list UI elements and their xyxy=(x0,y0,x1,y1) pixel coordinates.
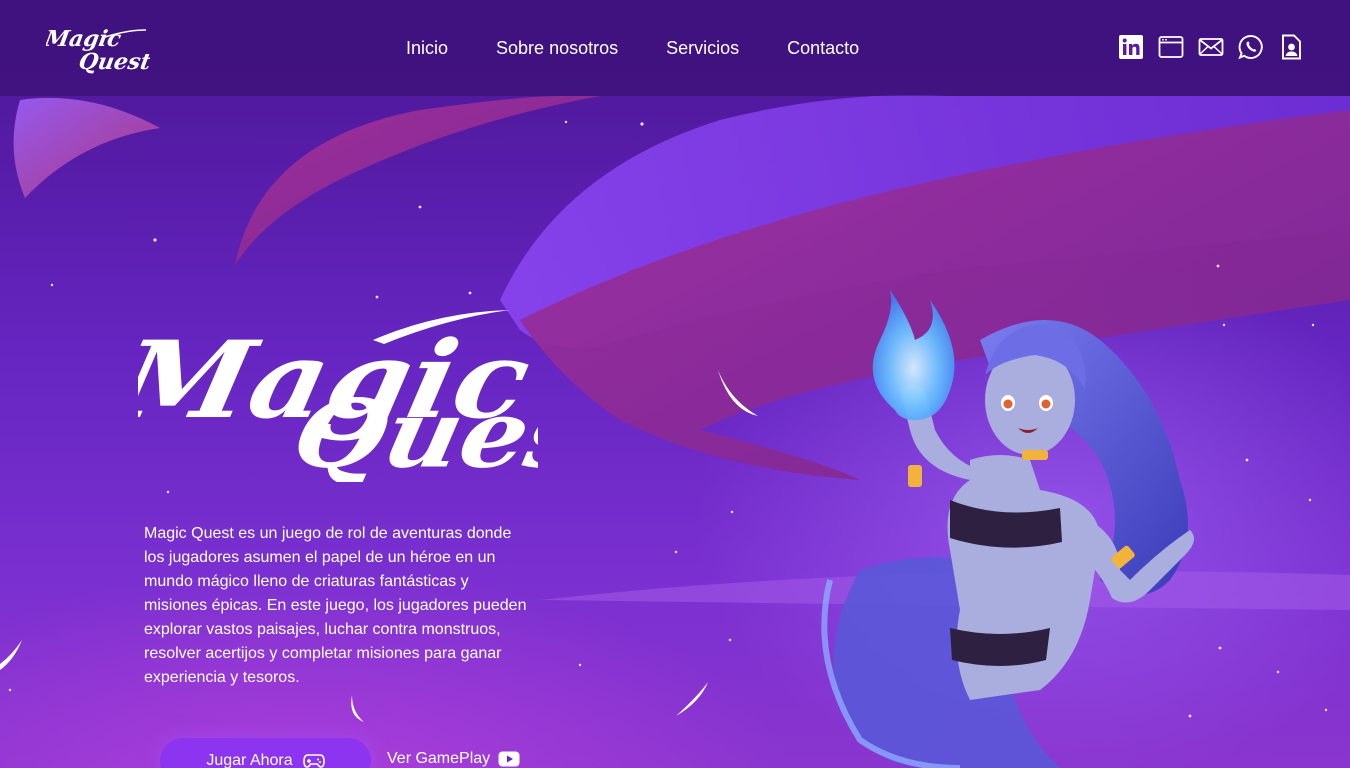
hero-title-logo: Magic Quest xyxy=(138,310,538,482)
site-logo[interactable]: Magic Quest xyxy=(46,22,150,74)
logo-word-magic: Magic xyxy=(46,26,123,52)
hero-description: Magic Quest es un juego de rol de aventu… xyxy=(144,525,527,686)
nav-item-inicio[interactable]: Inicio xyxy=(406,36,448,60)
nav-item-servicios[interactable]: Servicios xyxy=(666,36,739,60)
hero-title-quest: Quest xyxy=(284,378,538,482)
play-now-button[interactable]: Jugar Ahora xyxy=(160,738,371,768)
youtube-icon xyxy=(498,751,520,767)
watch-gameplay-label: Ver GamePlay xyxy=(387,750,491,767)
document-user-icon[interactable] xyxy=(1278,34,1304,60)
play-now-label: Jugar Ahora xyxy=(206,752,293,768)
nav-item-sobre-nosotros[interactable]: Sobre nosotros xyxy=(496,36,618,60)
whatsapp-icon[interactable] xyxy=(1238,34,1264,60)
browser-window-icon[interactable] xyxy=(1158,34,1184,60)
gamepad-icon xyxy=(302,754,325,768)
main-nav: Inicio Sobre nosotros Servicios Contacto xyxy=(406,36,859,60)
site-header: Magic Quest Inicio Sobre nosotros Servic… xyxy=(0,0,1350,96)
linkedin-icon[interactable] xyxy=(1118,34,1144,60)
sorceress-illustration xyxy=(821,290,1194,768)
watch-gameplay-button[interactable]: Ver GamePlay xyxy=(387,748,520,768)
nav-item-contacto[interactable]: Contacto xyxy=(787,36,859,60)
social-links xyxy=(1118,34,1304,60)
mail-icon[interactable] xyxy=(1198,34,1224,60)
logo-word-quest: Quest xyxy=(77,49,150,74)
